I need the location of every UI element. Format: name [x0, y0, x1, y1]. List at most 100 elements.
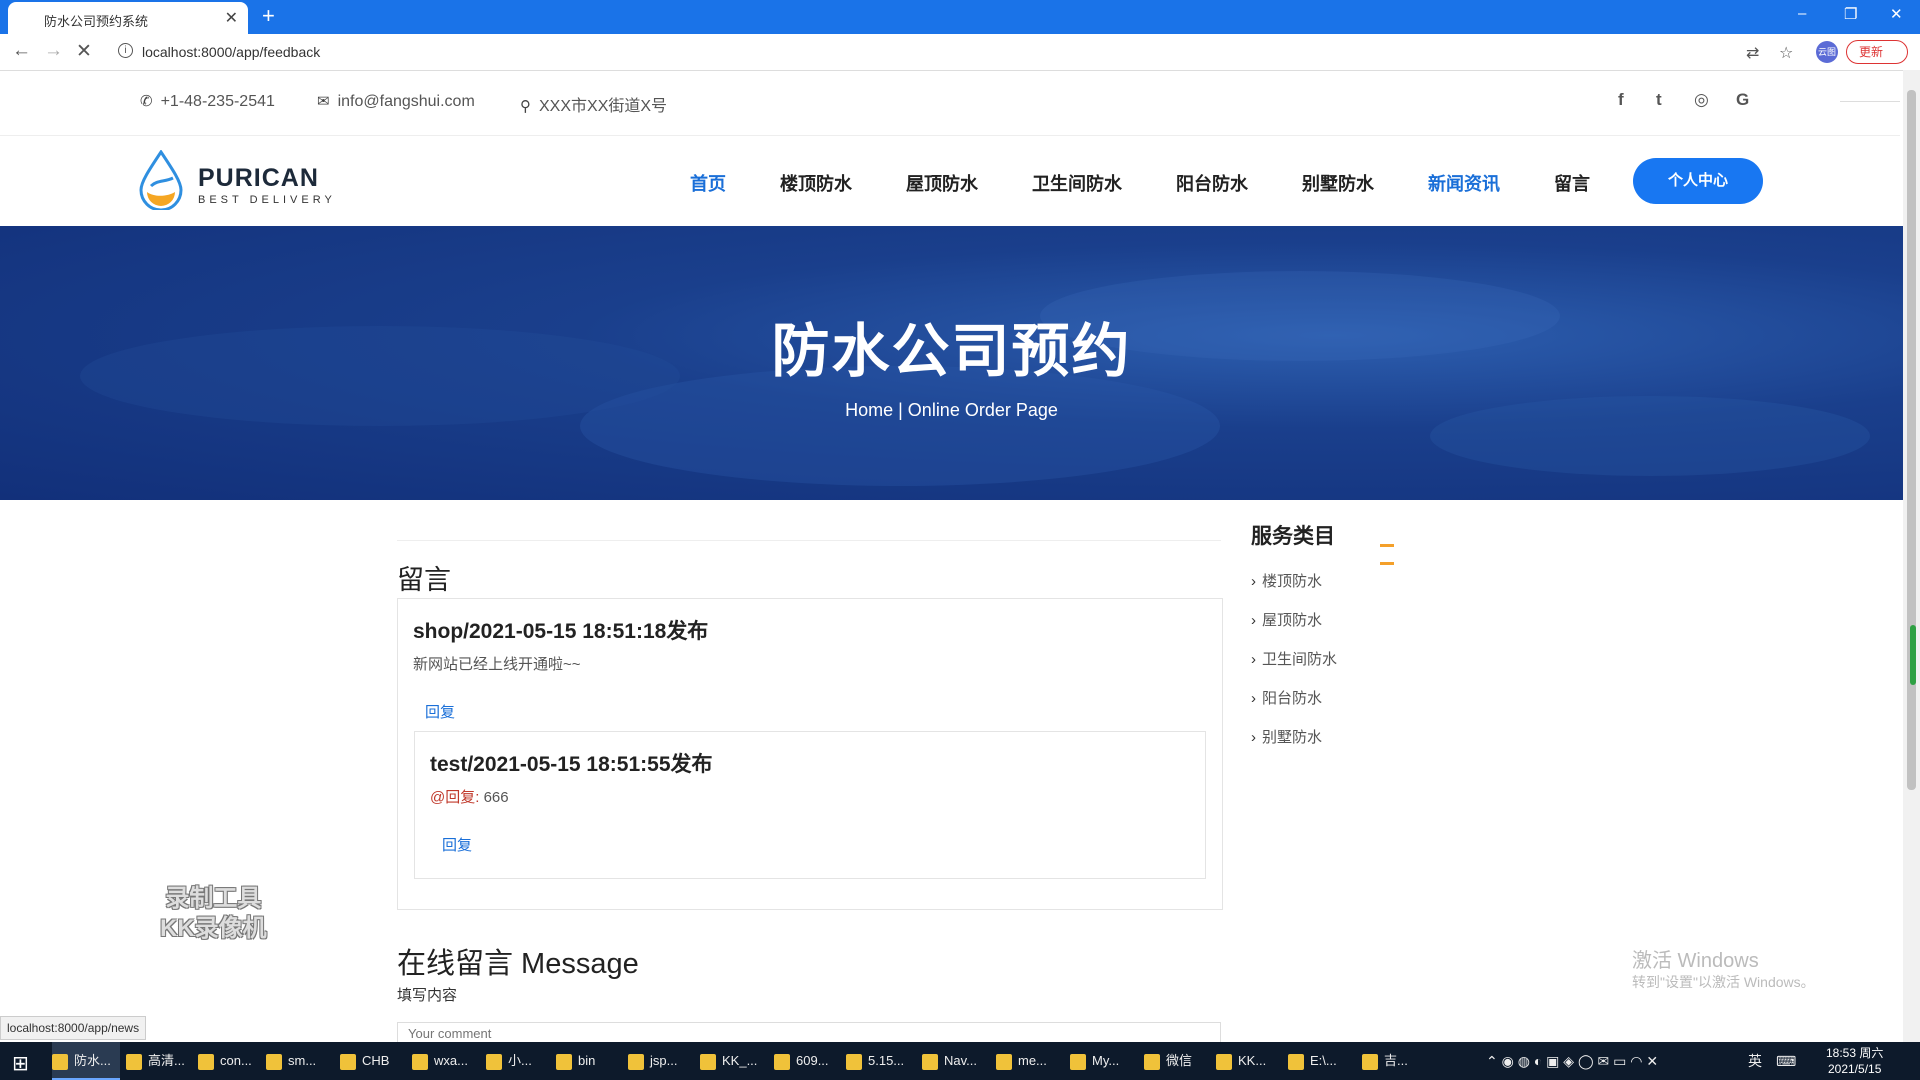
- watermark-line: KK录像机: [160, 915, 267, 942]
- nav-roof-waterproofing[interactable]: 屋顶防水: [906, 170, 978, 196]
- url-text[interactable]: localhost:8000/app/feedback: [142, 44, 320, 60]
- recorder-watermark: 录制工具 KK录像机: [160, 884, 267, 944]
- twitter-icon[interactable]: t: [1656, 90, 1662, 110]
- taskbar-item[interactable]: jsp...: [628, 1042, 696, 1080]
- windows-taskbar: ⊞ 防水... 高清... con... sm... CHB wxa... 小... bin j…: [0, 1042, 1920, 1080]
- chevron-right-icon: ›: [1251, 729, 1256, 746]
- taskbar-item[interactable]: wxa...: [412, 1042, 480, 1080]
- sidebar-item-rooftop[interactable]: › 楼顶防水: [1251, 570, 1322, 591]
- taskbar-item[interactable]: 小...: [486, 1042, 554, 1080]
- taskbar-item[interactable]: Nav...: [922, 1042, 990, 1080]
- taskbar-item[interactable]: sm...: [266, 1042, 334, 1080]
- stop-loading-icon[interactable]: ✕: [76, 40, 92, 63]
- restore-icon[interactable]: ❐: [1844, 5, 1857, 23]
- sidebar-item-balcony[interactable]: › 阳台防水: [1251, 687, 1322, 708]
- app-icon: [198, 1053, 214, 1070]
- taskbar-item-label: CHB: [362, 1053, 390, 1068]
- chevron-right-icon: ›: [1251, 651, 1256, 668]
- app-icon: [1070, 1053, 1086, 1070]
- new-tab-button[interactable]: +: [262, 3, 275, 29]
- google-icon[interactable]: G: [1736, 90, 1749, 110]
- profile-avatar[interactable]: 云图: [1816, 41, 1838, 63]
- taskbar-item-label: E:\...: [1310, 1053, 1337, 1068]
- sidebar-item-roof[interactable]: › 屋顶防水: [1251, 609, 1322, 630]
- taskbar-item[interactable]: 微信: [1144, 1042, 1212, 1080]
- taskbar-item[interactable]: 吉...: [1362, 1042, 1430, 1080]
- bookmark-star-icon[interactable]: ☆: [1779, 43, 1793, 63]
- reply-link[interactable]: 回复: [425, 701, 455, 722]
- reply-content-line: @回复: 666: [430, 786, 509, 807]
- tray-icons[interactable]: ⌃ ◉ ◍ ◐ ▣ ◈ ◯ ✉ ▭ ◠ ✕: [1486, 1042, 1658, 1080]
- sidebar-item-label: 屋顶防水: [1262, 612, 1323, 629]
- app-icon: [846, 1053, 862, 1070]
- app-icon: [126, 1053, 142, 1070]
- tab-close-icon[interactable]: ✕: [225, 8, 238, 28]
- nav-feedback[interactable]: 留言: [1554, 170, 1590, 196]
- site-header: PURICAN BEST DELIVERY 首页 楼顶防水 屋顶防水 卫生间防水…: [0, 136, 1900, 226]
- taskbar-item[interactable]: 高清...: [126, 1042, 194, 1080]
- phone-text: +1-48-235-2541: [160, 93, 275, 110]
- taskbar-item[interactable]: KK_...: [700, 1042, 768, 1080]
- windows-start-icon[interactable]: ⊞: [12, 1051, 29, 1076]
- taskbar-item[interactable]: 防水...: [52, 1042, 120, 1080]
- minimize-icon[interactable]: –: [1798, 5, 1806, 22]
- nav-bathroom-waterproofing[interactable]: 卫生间防水: [1032, 170, 1122, 196]
- scrollbar-thumb[interactable]: [1907, 90, 1916, 790]
- app-icon: [1362, 1053, 1378, 1070]
- translate-icon[interactable]: ⇄: [1746, 43, 1759, 63]
- facebook-icon[interactable]: f: [1618, 90, 1624, 110]
- reply-link[interactable]: 回复: [442, 834, 472, 855]
- url-field[interactable]: i localhost:8000/app/feedback: [112, 39, 1772, 65]
- tab-title: 防水公司预约系统: [44, 14, 149, 29]
- app-icon: [556, 1053, 572, 1070]
- keyboard-icon[interactable]: ⌨: [1776, 1042, 1796, 1080]
- contact-info-bar: ✆ +1-48-235-2541 ✉ info@fangshui.com ⚲ XXX市…: [0, 70, 1900, 136]
- taskbar-item[interactable]: KK...: [1216, 1042, 1284, 1080]
- taskbar-item[interactable]: My...: [1070, 1042, 1138, 1080]
- clock-time: 18:53 周六: [1826, 1046, 1884, 1060]
- taskbar-item-label: KK...: [1238, 1053, 1267, 1068]
- nav-rooftop-waterproofing[interactable]: 楼顶防水: [780, 170, 852, 196]
- taskbar-item[interactable]: 609...: [774, 1042, 842, 1080]
- breadcrumb[interactable]: Home | Online Order Page: [0, 400, 1903, 421]
- nav-news[interactable]: 新闻资讯: [1428, 170, 1500, 196]
- sidebar-item-bathroom[interactable]: › 卫生间防水: [1251, 648, 1337, 669]
- taskbar-item-label: 吉...: [1384, 1053, 1408, 1068]
- logo-name[interactable]: PURICAN: [198, 164, 319, 193]
- comment-textarea[interactable]: [397, 1022, 1221, 1044]
- logo-tagline: BEST DELIVERY: [198, 194, 336, 206]
- address-text: XXX市XX街道X号: [539, 98, 668, 115]
- forward-icon[interactable]: →: [44, 40, 63, 62]
- taskbar-item-label: 609...: [796, 1053, 829, 1068]
- site-info-icon[interactable]: i: [118, 43, 133, 58]
- comment-card: shop/2021-05-15 18:51:18发布 新网站已经上线开通啦~~ …: [397, 598, 1223, 910]
- taskbar-item[interactable]: me...: [996, 1042, 1064, 1080]
- page-scrollbar[interactable]: [1903, 70, 1920, 1042]
- phone-icon: ✆: [140, 93, 153, 110]
- taskbar-item[interactable]: con...: [198, 1042, 266, 1080]
- system-clock[interactable]: 18:53 周六 2021/5/15: [1826, 1045, 1883, 1077]
- nav-villa-waterproofing[interactable]: 别墅防水: [1302, 170, 1374, 196]
- taskbar-item[interactable]: CHB: [340, 1042, 408, 1080]
- email-text: info@fangshui.com: [337, 93, 475, 110]
- taskbar-item-label: KK_...: [722, 1053, 758, 1068]
- browser-tab[interactable]: 防水公司预约系统 ✕: [8, 2, 248, 34]
- user-center-button[interactable]: 个人中心: [1633, 158, 1763, 204]
- app-icon: [1216, 1053, 1232, 1070]
- taskbar-item[interactable]: bin: [556, 1042, 624, 1080]
- nav-home[interactable]: 首页: [690, 170, 726, 196]
- close-window-icon[interactable]: ✕: [1890, 5, 1903, 23]
- taskbar-item-label: 高清...: [148, 1053, 185, 1068]
- nav-balcony-waterproofing[interactable]: 阳台防水: [1176, 170, 1248, 196]
- taskbar-item[interactable]: E:\...: [1288, 1042, 1356, 1080]
- logo-drop-icon[interactable]: [139, 150, 183, 210]
- taskbar-item[interactable]: 5.15...: [846, 1042, 914, 1080]
- ime-language[interactable]: 英: [1748, 1042, 1762, 1080]
- sidebar-item-villa[interactable]: › 别墅防水: [1251, 726, 1322, 747]
- update-button[interactable]: 更新: [1846, 40, 1908, 64]
- back-icon[interactable]: ←: [12, 40, 31, 62]
- instagram-icon[interactable]: ◎: [1694, 90, 1709, 110]
- app-icon: [628, 1053, 644, 1070]
- chevron-right-icon: ›: [1251, 573, 1256, 590]
- reply-at-label: @回复:: [430, 789, 480, 806]
